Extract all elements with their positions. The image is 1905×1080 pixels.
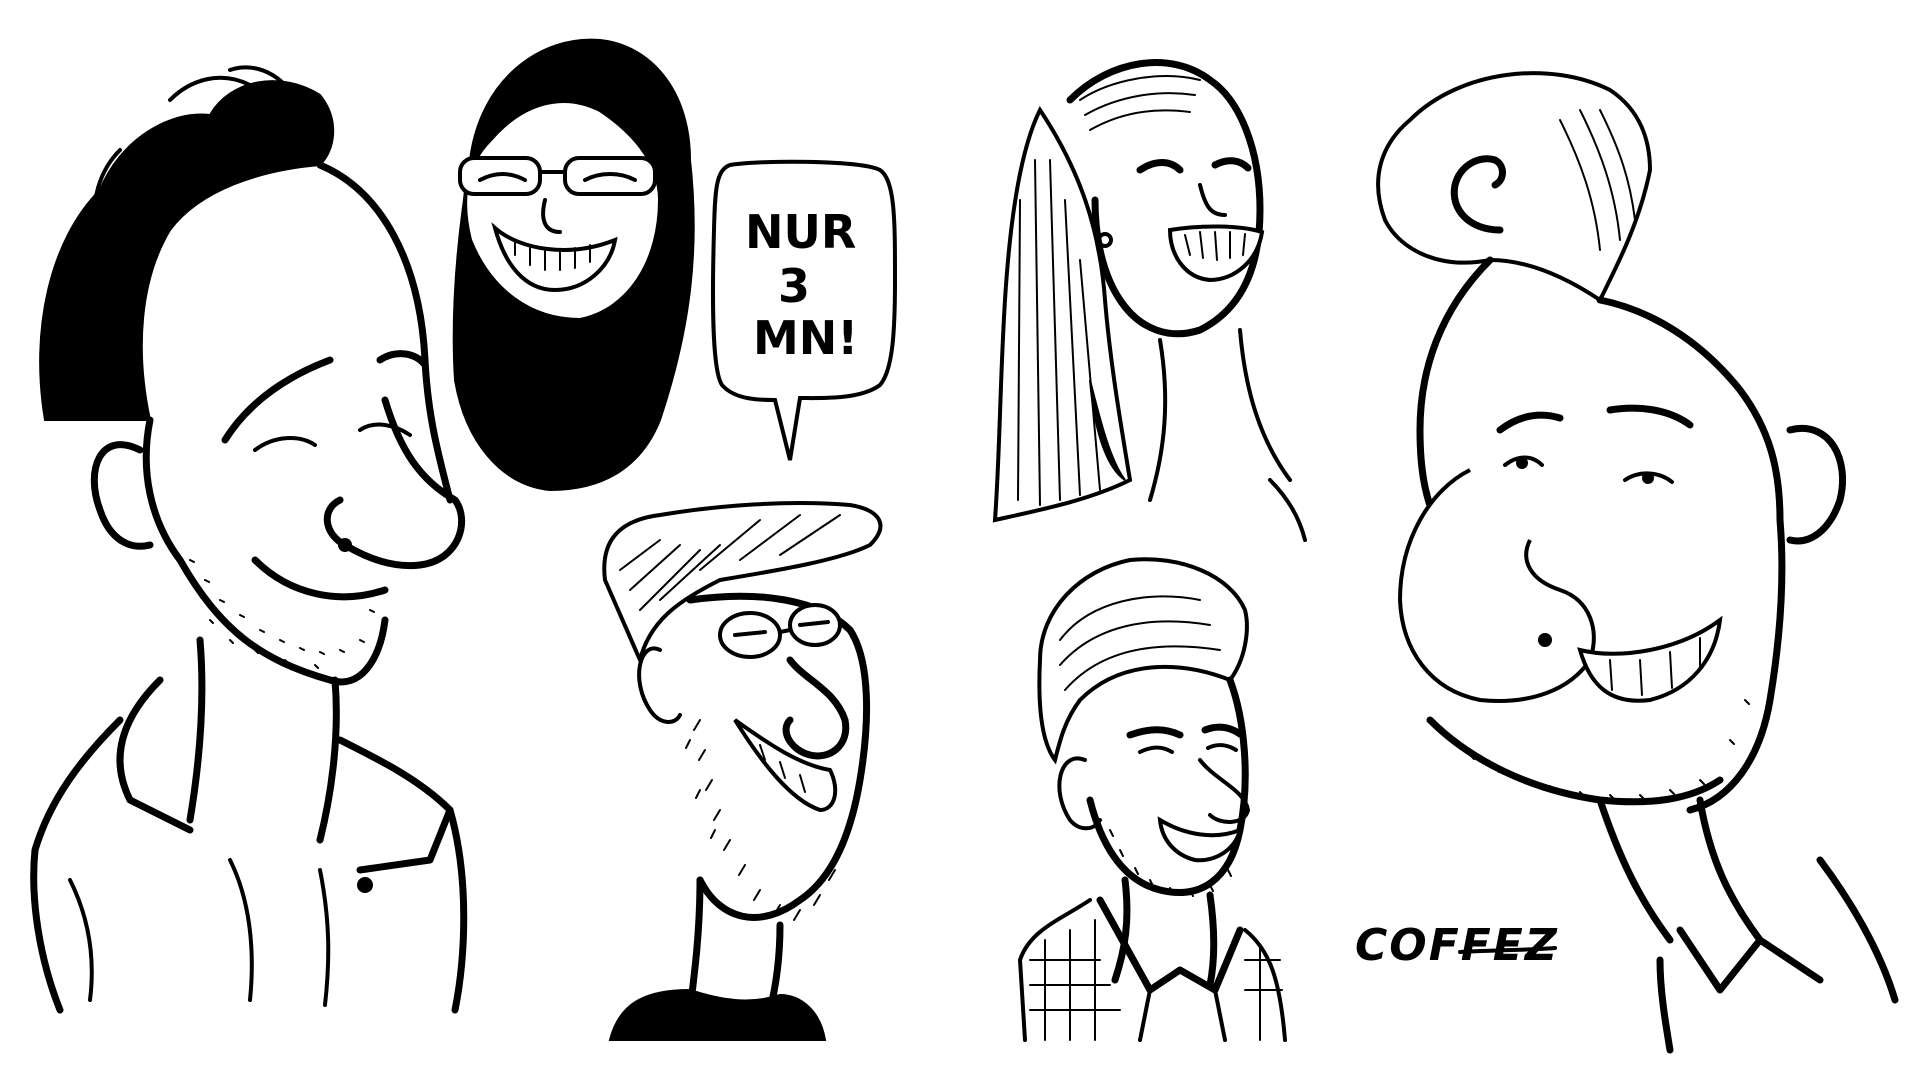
earring [1097,232,1113,248]
caricature-man-curl-hair-big-nose [1376,71,1899,1054]
artist-signature: COFFEZ [1355,920,1559,971]
ear [1786,425,1847,545]
head-outline [1596,296,1786,814]
neck [186,636,340,844]
blazer [1018,898,1287,1042]
head-outline [142,161,454,686]
pupil-left [1516,457,1528,469]
hair-lines [1079,75,1201,131]
mouth-teeth [1157,816,1243,863]
shoulder [1268,478,1307,542]
face-outline [1086,676,1249,896]
caricature-man-slicked-hair-blazer [1018,557,1287,1042]
caricature-woman-ponytail-laughing [992,59,1307,542]
drawing-canvas: NUR 3 MN! COFFEZ [30,38,1899,1054]
speech-bubble-line-1: NUR [745,205,856,259]
shirt-folds [68,858,331,1007]
neck [1111,876,1218,989]
glasses-bridge [778,628,792,634]
eyebrows [1496,404,1694,434]
blazer-plaid [1029,919,1283,1041]
shirt-collar [116,676,454,874]
black-tshirt [608,988,827,1041]
chin [1426,716,1724,806]
smile [251,556,389,601]
eye-left [253,436,317,452]
nose [1198,183,1227,217]
ear [637,646,682,724]
neck [686,876,784,1014]
shirt-collar [1096,896,1244,994]
stubble [1449,699,1750,800]
pupil-right [1642,472,1654,484]
eye-right [358,422,412,437]
eyebrows [1126,723,1244,739]
big-nose [1397,468,1596,703]
eyes-closed [1136,157,1252,174]
shirt-collar [1676,926,1824,994]
hair-dark [39,80,335,421]
ear [90,441,154,550]
speech-bubble-line-2: 3 [778,259,810,313]
caricature-sheet: NUR 3 MN! COFFEZ [0,0,1905,1080]
eyes [1138,743,1238,754]
neck [1596,796,1764,944]
caricature-man-stubble-shirt [30,65,468,1014]
caricature-man-cap-glasses-beard [602,501,883,1041]
speech-bubble: NUR 3 MN! [710,159,898,461]
eyebrow-left [221,356,334,444]
neck [1148,328,1292,502]
shirt-button [357,877,373,893]
signature-text: COFFEZ [1355,920,1559,971]
nose [782,656,850,760]
nostril [338,538,352,552]
eyebrow-right [376,350,429,369]
caricature-woman-long-hair-glasses [452,38,695,492]
speech-bubble-line-3: MN! [753,311,858,365]
nostril [1538,633,1552,647]
